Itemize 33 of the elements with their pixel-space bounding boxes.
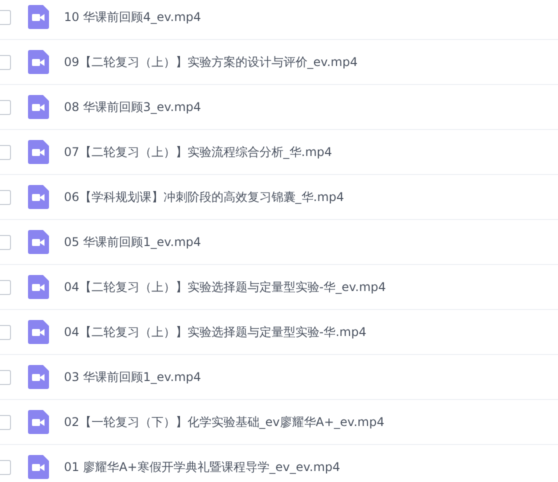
video-file-icon <box>28 320 49 344</box>
file-name[interactable]: 03 华课前回顾1_ev.mp4 <box>64 368 202 386</box>
checkbox[interactable] <box>0 144 11 160</box>
checkbox[interactable] <box>0 414 11 430</box>
file-name[interactable]: 09【二轮复习（上）】实验方案的设计与评价_ev.mp4 <box>64 54 358 70</box>
checkbox[interactable] <box>0 280 11 294</box>
file-name[interactable]: 08 华课前回顾3_ev.mp4 <box>64 98 202 116</box>
checkbox[interactable] <box>0 234 11 250</box>
video-file-icon <box>28 455 49 479</box>
file-name[interactable]: 01 廖耀华A+寒假开学典礼暨课程导学_ev_ev.mp4 <box>64 458 340 476</box>
file-name[interactable]: 05 华课前回顾1_ev.mp4 <box>64 234 202 250</box>
file-name[interactable]: 06【学科规划课】冲刺阶段的高效复习锦囊_华.mp4 <box>64 188 344 206</box>
video-file-icon <box>28 275 49 299</box>
video-file-icon <box>28 365 49 389</box>
file-name[interactable]: 02【一轮复习（下）】化学实验基础_ev廖耀华A+_ev.mp4 <box>64 414 384 430</box>
file-name[interactable]: 10 华课前回顾4_ev.mp4 <box>64 8 202 26</box>
video-file-icon <box>28 410 49 434</box>
video-file-icon <box>28 50 49 74</box>
checkbox[interactable] <box>0 324 11 340</box>
file-name[interactable]: 07【二轮复习（上）】实验流程综合分析_华.mp4 <box>64 144 332 160</box>
video-file-icon <box>28 5 49 29</box>
video-file-icon <box>28 140 49 164</box>
checkbox[interactable] <box>0 190 11 204</box>
video-file-icon <box>28 230 49 254</box>
checkbox[interactable] <box>0 54 11 70</box>
video-file-icon <box>28 95 49 119</box>
checkbox[interactable] <box>0 10 11 24</box>
video-file-icon <box>28 185 49 209</box>
file-name[interactable]: 04【二轮复习（上）】实验选择题与定量型实验-华.mp4 <box>64 324 366 340</box>
checkbox[interactable] <box>0 460 11 474</box>
checkbox[interactable] <box>0 100 11 114</box>
checkbox[interactable] <box>0 370 11 384</box>
file-name[interactable]: 04【二轮复习（上）】实验选择题与定量型实验-华_ev.mp4 <box>64 278 386 296</box>
